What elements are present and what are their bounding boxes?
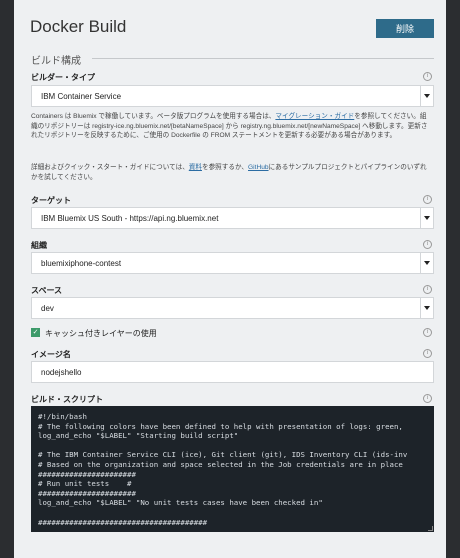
- notice-text: Containers は Bluemix で稼働しています。ベータ版プログラムを…: [31, 113, 276, 120]
- github-link[interactable]: GitHub: [248, 164, 269, 171]
- info-icon[interactable]: i: [423, 240, 432, 249]
- resize-grip-icon[interactable]: [428, 526, 433, 531]
- cache-checkbox[interactable]: ✓: [31, 328, 40, 337]
- builder-type-select[interactable]: IBM Container Service: [31, 85, 434, 107]
- info-icon[interactable]: i: [423, 394, 432, 403]
- builder-type-label: ビルダー・タイプ: [31, 73, 95, 82]
- builder-type-value: IBM Container Service: [41, 92, 122, 101]
- target-value: IBM Bluemix US South - https://api.ng.bl…: [41, 214, 219, 223]
- organization-select[interactable]: bluemixiphone-contest: [31, 252, 434, 274]
- delete-button[interactable]: 削除: [376, 19, 434, 38]
- page-title: Docker Build: [30, 17, 127, 36]
- chevron-down-icon[interactable]: [420, 253, 433, 273]
- chevron-down-icon[interactable]: [420, 208, 433, 228]
- image-name-label: イメージ名: [31, 350, 71, 359]
- chevron-down-icon[interactable]: [420, 298, 433, 318]
- migration-guide-link[interactable]: マイグレーション・ガイド: [275, 113, 354, 120]
- docs-notice: 詳細およびクイック・スタート・ガイドについては、資料を参照するか、GitHubに…: [31, 163, 431, 182]
- info-icon[interactable]: i: [423, 328, 432, 337]
- image-name-input[interactable]: nodejshello: [31, 361, 434, 383]
- build-script-editor[interactable]: #!/bin/bash # The following colors have …: [31, 406, 434, 532]
- docs-link[interactable]: 資料: [189, 164, 202, 171]
- checkmark-icon: ✓: [32, 329, 39, 336]
- space-value: dev: [41, 304, 54, 313]
- build-config-panel: Docker Build 削除 ビルド構成 ビルダー・タイプ i IBM Con…: [14, 0, 446, 558]
- space-label: スペース: [31, 286, 63, 295]
- organization-value: bluemixiphone-contest: [41, 259, 122, 268]
- info-icon[interactable]: i: [423, 285, 432, 294]
- organization-label: 組織: [31, 241, 47, 250]
- target-select[interactable]: IBM Bluemix US South - https://api.ng.bl…: [31, 207, 434, 229]
- beta-migration-notice: Containers は Bluemix で稼働しています。ベータ版プログラムを…: [31, 112, 431, 141]
- chevron-down-icon[interactable]: [420, 86, 433, 106]
- section-title: ビルド構成: [31, 56, 81, 67]
- info-icon[interactable]: i: [423, 72, 432, 81]
- build-script-label: ビルド・スクリプト: [31, 395, 103, 404]
- target-label: ターゲット: [31, 196, 71, 205]
- notice-text: を参照するか、: [201, 164, 249, 171]
- section-divider: [92, 58, 434, 59]
- cache-checkbox-label: キャッシュ付きレイヤーの使用: [45, 329, 157, 338]
- info-icon[interactable]: i: [423, 349, 432, 358]
- space-select[interactable]: dev: [31, 297, 434, 319]
- notice-text: 詳細およびクイック・スタート・ガイドについては、: [31, 164, 189, 171]
- info-icon[interactable]: i: [423, 195, 432, 204]
